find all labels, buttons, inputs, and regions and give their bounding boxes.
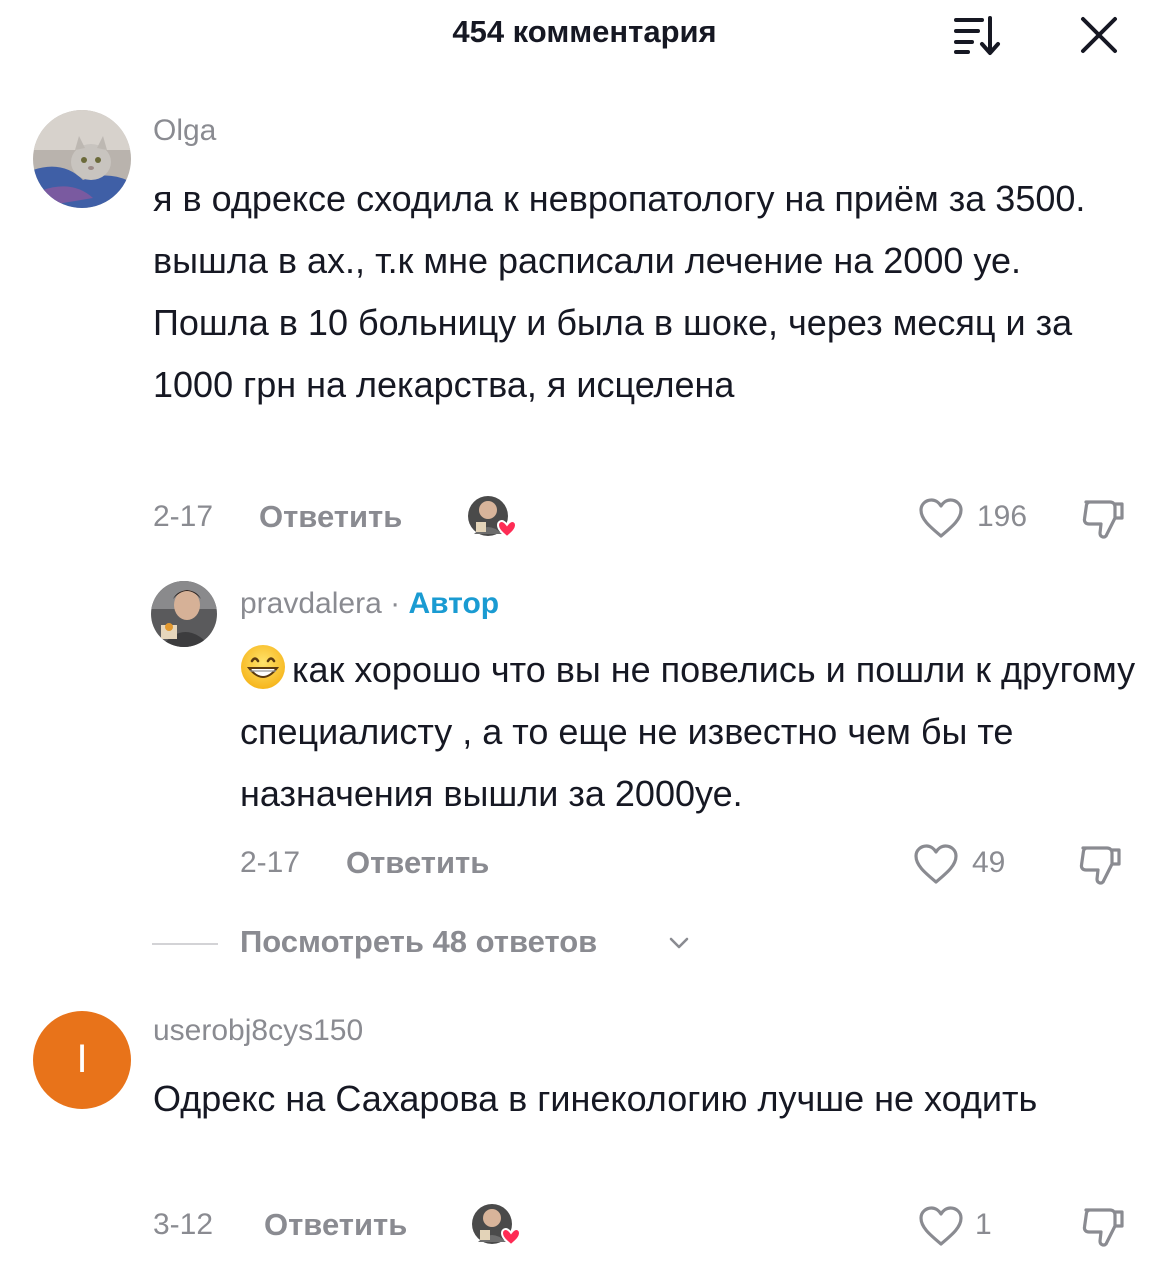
reply-text: как хорошо что вы не повелись и пошли к … <box>240 649 1136 814</box>
author-badge: Автор <box>408 587 500 620</box>
close-icon[interactable] <box>1078 14 1120 56</box>
like-button[interactable]: 49 <box>912 842 1022 886</box>
comment-text: Одрекс на Сахарова в гинекологию лучше н… <box>153 1078 1038 1119</box>
comments-header: 454 комментария <box>0 0 1169 70</box>
comment-username[interactable]: userobj8cys150 <box>153 1014 363 1048</box>
heart-outline-icon <box>919 498 963 538</box>
comment-text: как хорошо что вы не повелись и пошли к … <box>240 639 1140 825</box>
reply-button[interactable]: Ответить <box>264 1207 407 1243</box>
grinning-face-emoji <box>240 644 286 690</box>
comment-date: 3-12 <box>153 1208 214 1241</box>
comment-username[interactable]: Olga <box>153 114 216 148</box>
liked-by-creator-avatar <box>472 1204 522 1247</box>
like-button[interactable]: 196 <box>917 496 1037 540</box>
comment-actions: 2-17 Ответить 196 <box>0 496 1169 540</box>
dislike-icon[interactable] <box>1080 496 1126 542</box>
avatar-letter: I <box>76 1037 88 1081</box>
sort-descending-icon[interactable] <box>952 14 1004 56</box>
view-replies-button[interactable]: Посмотреть 48 ответов <box>152 920 712 966</box>
comment-username: pravdalera · Автор <box>240 587 499 621</box>
comment-date: 2-17 <box>240 846 301 879</box>
chevron-down-icon <box>669 937 689 949</box>
avatar[interactable] <box>151 581 217 647</box>
heart-outline-icon <box>919 1206 963 1246</box>
username-separator: · <box>381 587 409 620</box>
like-count: 1 <box>975 1208 992 1241</box>
dislike-icon[interactable] <box>1080 1204 1126 1250</box>
heart-outline-icon <box>914 844 958 884</box>
reply-button[interactable]: Ответить <box>346 845 489 881</box>
reply-username[interactable]: pravdalera <box>240 587 382 620</box>
comment-text: я в одрексе сходила к невропатологу на п… <box>153 178 1086 405</box>
comment-actions: 2-17 Ответить 49 <box>0 842 1169 886</box>
comment-date: 2-17 <box>153 500 214 533</box>
liked-by-creator-avatar <box>468 496 518 539</box>
avatar[interactable]: I <box>33 1011 131 1109</box>
dislike-icon[interactable] <box>1077 842 1123 888</box>
like-count: 196 <box>977 500 1028 533</box>
avatar[interactable] <box>33 110 131 208</box>
like-button[interactable]: 1 <box>917 1204 1007 1248</box>
replies-divider-line <box>152 943 218 945</box>
view-replies-label: Посмотреть 48 ответов <box>240 924 598 959</box>
like-count: 49 <box>972 846 1006 879</box>
comment-actions: 3-12 Ответить 1 <box>0 1204 1169 1248</box>
reply-button[interactable]: Ответить <box>259 499 402 535</box>
